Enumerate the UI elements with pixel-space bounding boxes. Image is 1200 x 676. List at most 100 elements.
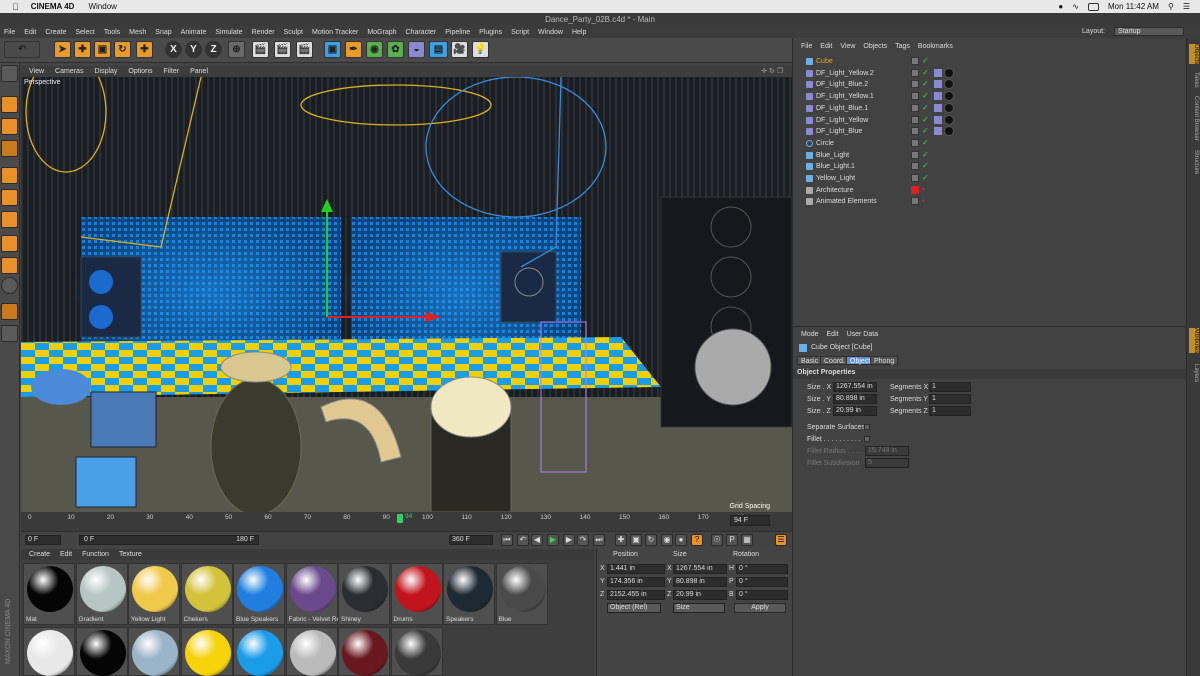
mac-menu-window[interactable]: Window (88, 2, 116, 11)
autokey-icon[interactable]: ● (675, 534, 687, 546)
clock[interactable]: Mon 11:42 AM (1108, 2, 1159, 11)
axis-y-button[interactable]: Y (185, 41, 202, 58)
om-menu-bookmarks[interactable]: Bookmarks (918, 43, 953, 50)
tab-content-browser[interactable]: Content Browser (1189, 96, 1199, 141)
3d-viewport[interactable]: Perspective Grid Spacing (21, 77, 792, 512)
tag-icon[interactable] (934, 115, 942, 124)
om-menu-edit[interactable]: Edit (820, 43, 832, 50)
object-row[interactable]: Blue_Light.1 ✓ (797, 161, 1187, 172)
visibility-toggle[interactable] (911, 103, 919, 112)
material-swatch[interactable] (23, 627, 75, 676)
visibility-toggle[interactable] (911, 57, 919, 65)
rotation-b-field[interactable]: 0 ° (736, 590, 788, 600)
material-tag-icon[interactable] (944, 126, 954, 137)
material-swatch[interactable]: Yellow Light (128, 563, 180, 625)
coord-mode-select[interactable]: Object (Rel) (607, 603, 661, 613)
material-tag-icon[interactable] (944, 67, 954, 78)
enable-checkmark-icon[interactable]: ✓ (922, 91, 929, 100)
material-swatch[interactable]: Drums (390, 563, 443, 625)
coord-size-select[interactable]: Size (673, 603, 725, 613)
separate-surfaces-checkbox[interactable] (864, 424, 870, 430)
visibility-toggle[interactable] (911, 127, 919, 136)
tab-objects[interactable]: Objects (1189, 44, 1199, 65)
tab-takes[interactable]: Takes (1189, 72, 1199, 88)
om-menu-objects[interactable]: Objects (863, 43, 887, 50)
object-row[interactable]: Cube ✓ (797, 56, 1187, 67)
enable-checkmark-icon[interactable]: ✓ (922, 56, 929, 65)
menu-select[interactable]: Select (75, 29, 94, 36)
visibility-toggle[interactable] (911, 162, 919, 171)
model-mode-icon[interactable] (1, 96, 18, 113)
material-swatch[interactable] (285, 627, 338, 676)
camera-icon[interactable]: 🎥 (451, 41, 468, 58)
menu-snap[interactable]: Snap (155, 29, 171, 36)
enable-checkmark-icon[interactable]: ✓ (922, 68, 929, 77)
enable-checkmark-icon[interactable]: ✓ (922, 150, 929, 159)
workplane-mode-icon[interactable] (1, 140, 18, 157)
visibility-toggle[interactable] (911, 197, 919, 206)
mat-menu-edit[interactable]: Edit (60, 551, 72, 558)
visibility-toggle[interactable] (911, 68, 919, 77)
segments-x-field[interactable]: 1 (929, 382, 971, 392)
material-tag-icon[interactable] (944, 114, 954, 125)
size-z-field[interactable]: 20.99 in (673, 590, 727, 600)
material-swatch[interactable]: Blue Speakers (233, 563, 285, 625)
preview-range-slider[interactable]: 0 F 180 F (79, 535, 259, 545)
snap-icon[interactable] (1, 277, 18, 294)
previous-key-icon[interactable]: ↶ (517, 534, 529, 546)
previous-frame-icon[interactable]: ◀ (531, 534, 543, 546)
scale-tool-icon[interactable]: ▣ (94, 41, 111, 58)
timeline-layout-icon[interactable]: ☰ (775, 534, 787, 546)
tag-icon[interactable] (934, 80, 942, 89)
menu-script[interactable]: Script (511, 29, 529, 36)
lock-workplane-icon[interactable] (1, 303, 18, 320)
menu-render[interactable]: Render (252, 29, 275, 36)
param-key-icon[interactable]: ☉ (711, 534, 723, 546)
viewport-menu-cameras[interactable]: Cameras (55, 68, 83, 75)
tweak-mode-icon[interactable] (1, 257, 18, 274)
tag-icon[interactable] (934, 127, 942, 136)
edges-mode-icon[interactable] (1, 189, 18, 206)
viewport-menu-panel[interactable]: Panel (190, 68, 208, 75)
object-row[interactable]: Animated Elements • (797, 196, 1187, 207)
material-tag-icon[interactable] (944, 79, 954, 90)
menu-list-icon[interactable]: ☰ (1183, 2, 1190, 11)
rotate-tool-icon[interactable]: ↻ (114, 41, 131, 58)
viewport-menu-view[interactable]: View (29, 68, 44, 75)
visibility-toggle[interactable] (911, 138, 919, 147)
cube-primitive-icon[interactable]: ▣ (324, 41, 341, 58)
tab-phong[interactable]: Phong (870, 356, 899, 365)
object-row[interactable]: DF_Light_Blue.1 ✓ (797, 102, 1187, 114)
menu-help[interactable]: Help (572, 29, 586, 36)
render-picture-viewer-icon[interactable]: 🎬 (274, 41, 291, 58)
enable-checkmark-icon[interactable]: ✓ (922, 103, 929, 112)
make-editable-icon[interactable] (1, 65, 18, 82)
material-swatch[interactable] (180, 627, 233, 676)
tab-basic[interactable]: Basic (797, 356, 823, 365)
array-icon[interactable]: ✿ (387, 41, 404, 58)
points-mode-icon[interactable] (1, 167, 18, 184)
object-row[interactable]: DF_Light_Blue ✓ (797, 126, 1187, 137)
scale-key-icon[interactable]: ▣ (630, 534, 642, 546)
enable-checkmark-icon[interactable]: ✓ (922, 79, 929, 88)
menu-sculpt[interactable]: Sculpt (284, 29, 303, 36)
am-menu-mode[interactable]: Mode (801, 331, 819, 338)
position-x-field[interactable]: 1.441 in (607, 564, 665, 574)
enable-checkmark-icon[interactable]: ✓ (922, 115, 929, 124)
polygons-mode-icon[interactable] (1, 211, 18, 228)
menu-edit[interactable]: Edit (24, 29, 36, 36)
menu-pipeline[interactable]: Pipeline (445, 29, 470, 36)
battery-icon[interactable] (1087, 2, 1099, 11)
enable-checkmark-icon[interactable]: • (922, 185, 925, 194)
material-swatch[interactable] (233, 627, 285, 676)
viewport-menu-filter[interactable]: Filter (164, 68, 180, 75)
timeline[interactable]: 0 10 20 30 40 50 60 70 80 90 100 110 120 130 140 150 160… (21, 512, 792, 532)
material-swatch[interactable]: Gradient (75, 563, 128, 625)
object-row[interactable]: Blue_Light ✓ (797, 150, 1187, 161)
object-row[interactable]: DF_Light_Yellow.2 ✓ (797, 67, 1187, 79)
attr-size-x-field[interactable]: 1267.554 in (833, 382, 877, 392)
current-frame-field[interactable]: 94 F (730, 515, 770, 526)
om-menu-file[interactable]: File (801, 43, 812, 50)
am-menu-edit[interactable]: Edit (827, 331, 839, 338)
material-swatch[interactable] (390, 627, 443, 676)
